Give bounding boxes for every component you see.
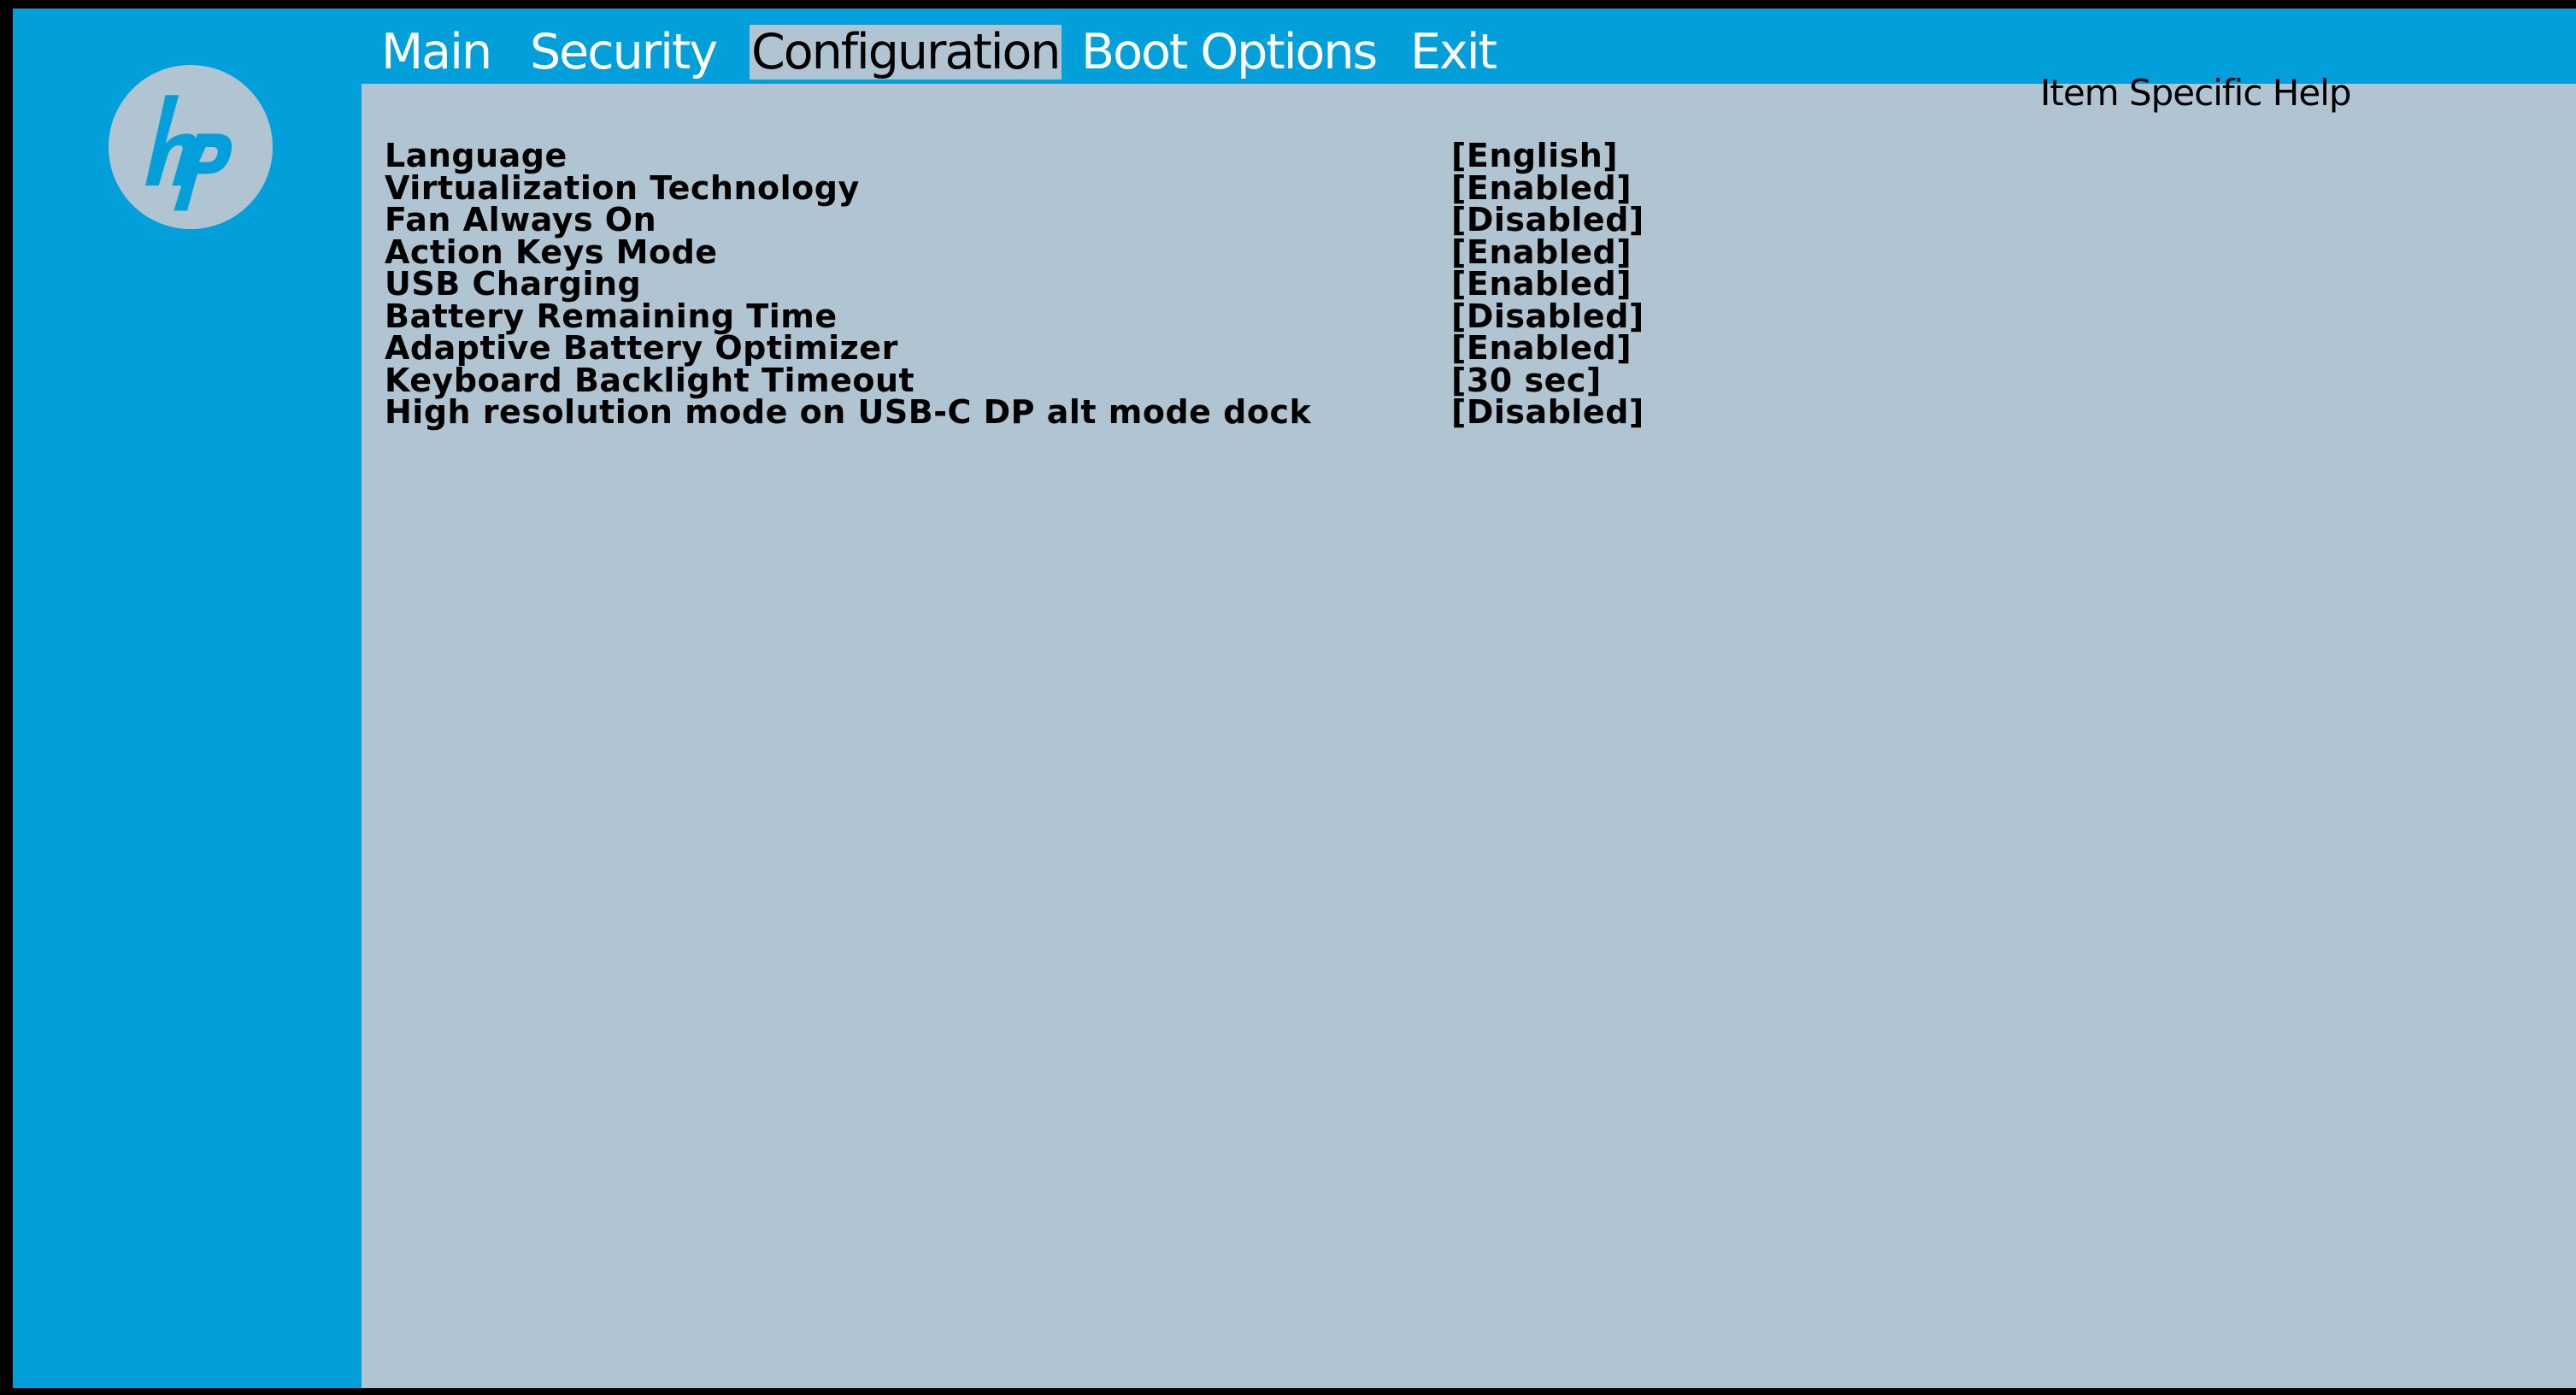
hp-logo-icon: [108, 64, 273, 230]
setting-battery-remaining-time[interactable]: Battery Remaining Time [Disabled]: [385, 297, 1752, 335]
tab-configuration[interactable]: Configuration: [750, 25, 1062, 79]
setting-label: Keyboard Backlight Timeout: [385, 361, 915, 399]
setting-label: Virtualization Technology: [385, 168, 860, 207]
setting-action-keys-mode[interactable]: Action Keys Mode [Enabled]: [385, 232, 1752, 271]
setting-value[interactable]: [30 sec]: [1451, 364, 1602, 397]
setting-fan-always-on[interactable]: Fan Always On [Disabled]: [385, 201, 1752, 238]
setting-language[interactable]: Language [English]: [385, 137, 1752, 174]
setting-value[interactable]: [Enabled]: [1451, 332, 1632, 365]
tab-main[interactable]: Main: [381, 25, 492, 79]
setting-label: High resolution mode on USB-C DP alt mod…: [385, 393, 1312, 431]
setting-value[interactable]: [Disabled]: [1451, 396, 1644, 429]
setting-value[interactable]: [Disabled]: [1451, 203, 1644, 237]
setting-high-resolution-mode-usb-c-dock[interactable]: High resolution mode on USB-C DP alt mod…: [385, 393, 1752, 431]
setting-usb-charging[interactable]: USB Charging [Enabled]: [385, 268, 1752, 301]
tab-exit[interactable]: Exit: [1410, 25, 1497, 79]
setting-value[interactable]: [Enabled]: [1451, 172, 1632, 205]
tab-boot-options[interactable]: Boot Options: [1081, 25, 1378, 79]
tab-security[interactable]: Security: [530, 25, 718, 79]
setting-label: Battery Remaining Time: [385, 297, 838, 335]
setting-label: Fan Always On: [385, 201, 657, 238]
setting-virtualization-technology[interactable]: Virtualization Technology [Enabled]: [385, 168, 1752, 207]
sidebar: [13, 9, 362, 1388]
setting-label: Language: [385, 137, 568, 174]
item-specific-help-title: Item Specific Help: [2040, 72, 2352, 114]
setting-label: Action Keys Mode: [385, 232, 718, 271]
setting-value[interactable]: [Enabled]: [1451, 268, 1632, 301]
setting-label: Adaptive Battery Optimizer: [385, 329, 898, 367]
setting-value[interactable]: [Disabled]: [1451, 300, 1644, 333]
setting-keyboard-backlight-timeout[interactable]: Keyboard Backlight Timeout [30 sec]: [385, 361, 1752, 399]
setting-label: USB Charging: [385, 265, 642, 303]
setting-value[interactable]: [Enabled]: [1451, 236, 1632, 269]
settings-list: Language [English] Virtualization Techno…: [385, 137, 1752, 431]
setting-value[interactable]: [English]: [1451, 139, 1618, 173]
setting-adaptive-battery-optimizer[interactable]: Adaptive Battery Optimizer [Enabled]: [385, 329, 1752, 367]
